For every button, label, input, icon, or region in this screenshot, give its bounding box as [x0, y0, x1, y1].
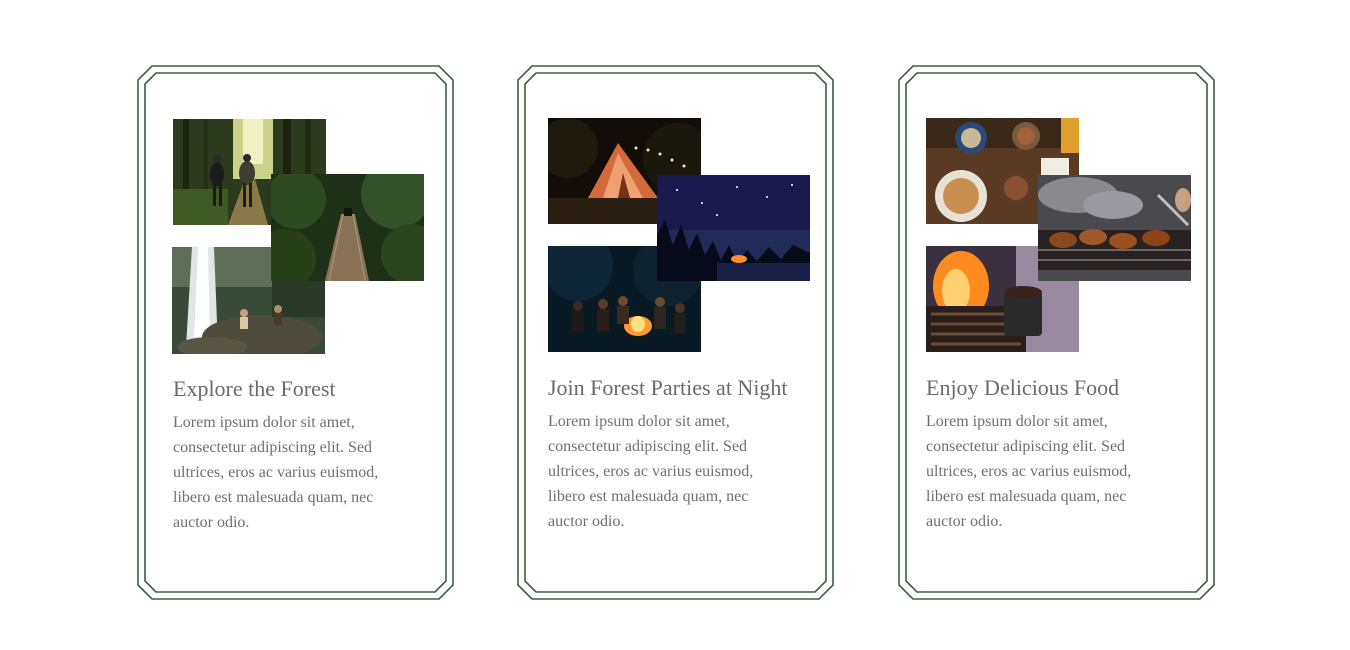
card-description: Lorem ipsum dolor sit amet, consectetur … — [926, 413, 1132, 530]
feature-card-food: Enjoy Delicious Food Lorem ipsum dolor s… — [898, 65, 1215, 600]
card-description: Lorem ipsum dolor sit amet, consectetur … — [548, 413, 754, 530]
feature-card-night-parties: Join Forest Parties at Night Lorem ipsum… — [517, 65, 834, 600]
starry-sky-photo — [657, 175, 810, 281]
bbq-grill-photo — [1038, 175, 1191, 281]
card-title: Enjoy Delicious Food — [926, 375, 1120, 400]
card-title: Join Forest Parties at Night — [548, 375, 788, 400]
card-description: Lorem ipsum dolor sit amet, consectetur … — [173, 414, 379, 531]
card-title: Explore the Forest — [173, 376, 336, 401]
feature-card-forest: Explore the Forest Lorem ipsum dolor sit… — [137, 65, 454, 600]
rope-bridge-photo — [271, 174, 424, 281]
